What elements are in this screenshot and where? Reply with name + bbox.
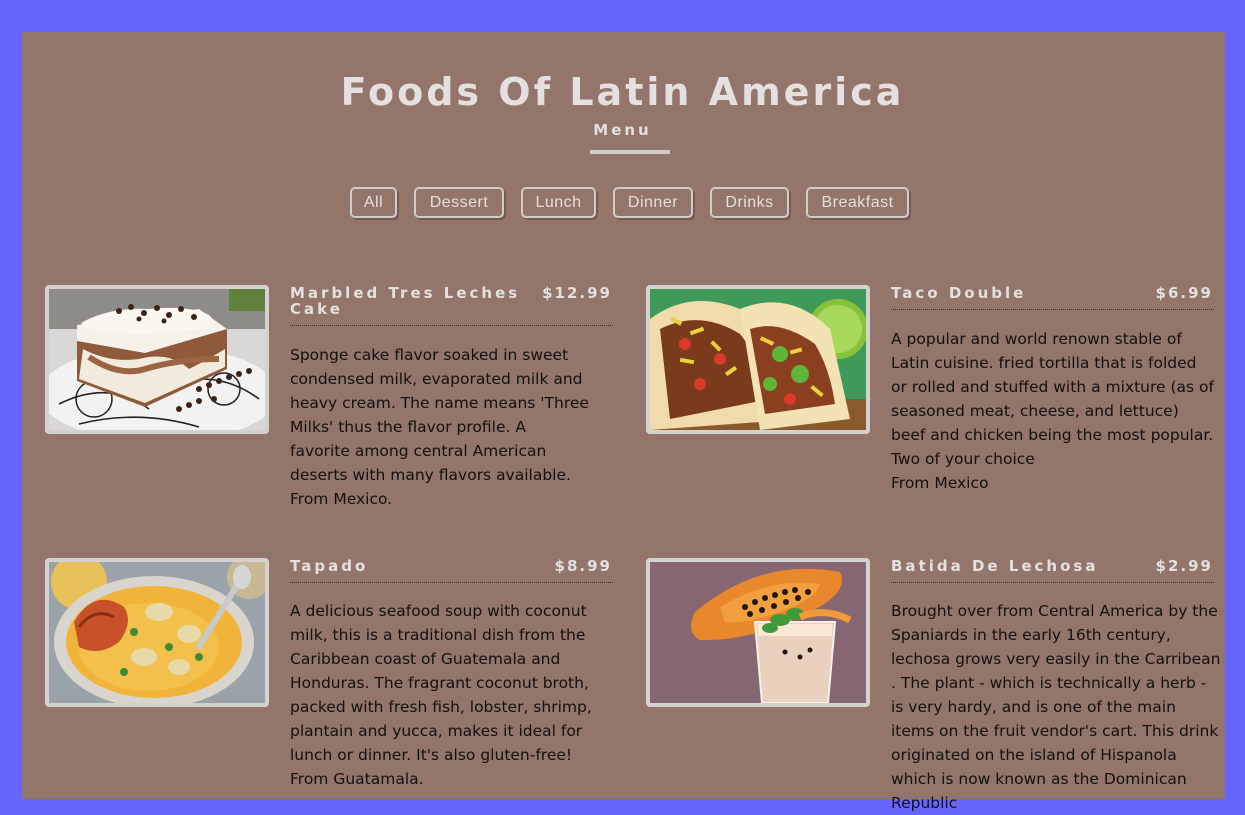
filter-lunch-button[interactable]: Lunch xyxy=(521,187,596,218)
description-text: Brought over from Central America by the… xyxy=(891,602,1221,812)
menu-subtitle: Menu xyxy=(593,121,652,139)
item-divider xyxy=(290,325,613,326)
filter-breakfast-button[interactable]: Breakfast xyxy=(806,187,909,218)
description-text: A popular and world renown stable of Lat… xyxy=(891,330,1214,468)
page-title: Foods Of Latin America xyxy=(340,70,905,114)
description-text: A delicious seafood soup with coconut mi… xyxy=(290,602,592,764)
tacos-image xyxy=(646,285,870,434)
item-price: $6.99 xyxy=(1155,284,1213,302)
item-name: Marbled Tres Leches Cake xyxy=(290,284,521,318)
item-description: Brought over from Central America by the… xyxy=(891,599,1221,815)
origin-text: From Guatamala. xyxy=(290,770,424,788)
filter-bar: All Dessert Lunch Dinner Drinks Breakfas… xyxy=(0,187,1245,219)
item-name: Batida De Lechosa xyxy=(891,557,1099,575)
title-underline xyxy=(590,150,670,154)
papaya-smoothie-image xyxy=(646,558,870,707)
item-name: Taco Double xyxy=(891,284,1027,302)
origin-text: From Mexico. xyxy=(290,490,393,508)
seafood-soup-image xyxy=(45,558,269,707)
filter-dessert-button[interactable]: Dessert xyxy=(414,187,504,218)
filter-all-button[interactable]: All xyxy=(350,187,397,218)
filter-drinks-button[interactable]: Drinks xyxy=(710,187,789,218)
description-text: Sponge cake flavor soaked in sweet conde… xyxy=(290,346,589,484)
item-divider xyxy=(891,582,1214,583)
item-description: A delicious seafood soup with coconut mi… xyxy=(290,599,620,791)
item-name: Tapado xyxy=(290,557,369,575)
item-description: A popular and world renown stable of Lat… xyxy=(891,327,1216,495)
item-price: $12.99 xyxy=(542,284,612,302)
item-price: $2.99 xyxy=(1155,557,1213,575)
origin-text: From Mexico xyxy=(891,474,989,492)
item-price: $8.99 xyxy=(554,557,612,575)
tres-leches-cake-image xyxy=(45,285,269,434)
item-divider xyxy=(290,582,613,583)
item-divider xyxy=(891,309,1214,310)
filter-dinner-button[interactable]: Dinner xyxy=(613,187,693,218)
item-description: Sponge cake flavor soaked in sweet conde… xyxy=(290,343,590,511)
